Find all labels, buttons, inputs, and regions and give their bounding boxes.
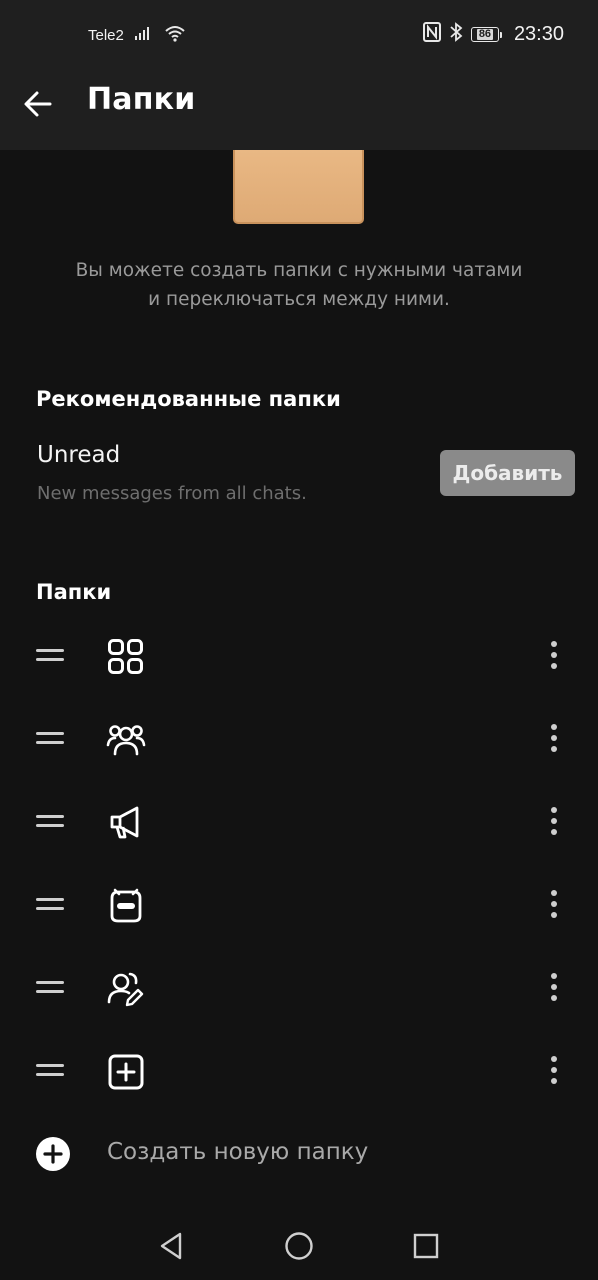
intro-line-1: Вы можете создать папки с нужными чатами [75, 260, 523, 281]
folder-row[interactable] [0, 708, 598, 768]
recommended-section-title: Рекомендованные папки [36, 387, 341, 411]
recents-square-icon[interactable] [410, 1230, 442, 1262]
more-options-icon[interactable] [540, 803, 568, 839]
folder-row[interactable] [0, 1040, 598, 1100]
drag-handle-icon[interactable] [36, 894, 64, 914]
create-folder-label: Создать новую папку [107, 1139, 369, 1165]
recommended-folder-name: Unread [37, 442, 121, 468]
group-icon [106, 725, 146, 756]
battery-level: 86 [476, 28, 494, 40]
grid-icon [108, 639, 143, 674]
intro-text: Вы можете создать папки с нужными чатами… [40, 256, 558, 314]
drag-handle-icon[interactable] [36, 645, 64, 665]
more-options-icon[interactable] [540, 720, 568, 756]
status-left: Tele2 [88, 24, 186, 47]
system-nav-bar [0, 1212, 598, 1280]
battery-body: 86 [470, 27, 499, 42]
folders-section-title: Папки [36, 580, 112, 604]
battery-icon: 86 [470, 27, 502, 42]
folder-illustration [233, 150, 364, 224]
more-options-icon[interactable] [540, 969, 568, 1005]
megaphone-icon [110, 806, 139, 839]
status-right: 86 23:30 [422, 22, 564, 47]
drag-handle-icon[interactable] [36, 977, 64, 997]
drag-handle-icon[interactable] [36, 811, 64, 831]
clock: 23:30 [513, 23, 564, 45]
nfc-icon [422, 22, 441, 47]
battery-tip [499, 31, 502, 38]
recommended-folder-description: New messages from all chats. [37, 483, 307, 504]
folder-row[interactable] [0, 791, 598, 851]
back-triangle-icon[interactable] [156, 1230, 188, 1262]
plus-square-icon [108, 1054, 144, 1090]
home-circle-icon[interactable] [283, 1230, 315, 1262]
carrier-name: Tele2 [88, 27, 124, 44]
app-bar: Папки [0, 58, 598, 150]
folder-row[interactable] [0, 874, 598, 934]
bluetooth-icon [449, 22, 463, 47]
screen: Tele2 86 23:30 Папки Вы можете создать п… [0, 0, 598, 1280]
drag-handle-icon[interactable] [36, 728, 64, 748]
folder-row[interactable] [0, 625, 598, 685]
back-button[interactable] [14, 80, 62, 128]
more-options-icon[interactable] [540, 886, 568, 922]
user-edit-icon [107, 972, 144, 1007]
drag-handle-icon[interactable] [36, 1060, 64, 1080]
add-recommended-button[interactable]: Добавить [440, 450, 575, 496]
create-folder-button[interactable]: Создать новую папку [0, 1124, 598, 1184]
signal-icon [134, 25, 154, 46]
bot-icon [110, 888, 142, 923]
plus-circle-icon [36, 1137, 70, 1171]
intro-line-2: и переключаться между ними. [148, 289, 450, 310]
folder-row[interactable] [0, 957, 598, 1017]
arrow-left-icon [24, 91, 52, 117]
status-bar: Tele2 86 23:30 [0, 0, 598, 58]
more-options-icon[interactable] [540, 1052, 568, 1088]
wifi-icon [164, 24, 186, 47]
page-title: Папки [87, 82, 196, 117]
more-options-icon[interactable] [540, 637, 568, 673]
